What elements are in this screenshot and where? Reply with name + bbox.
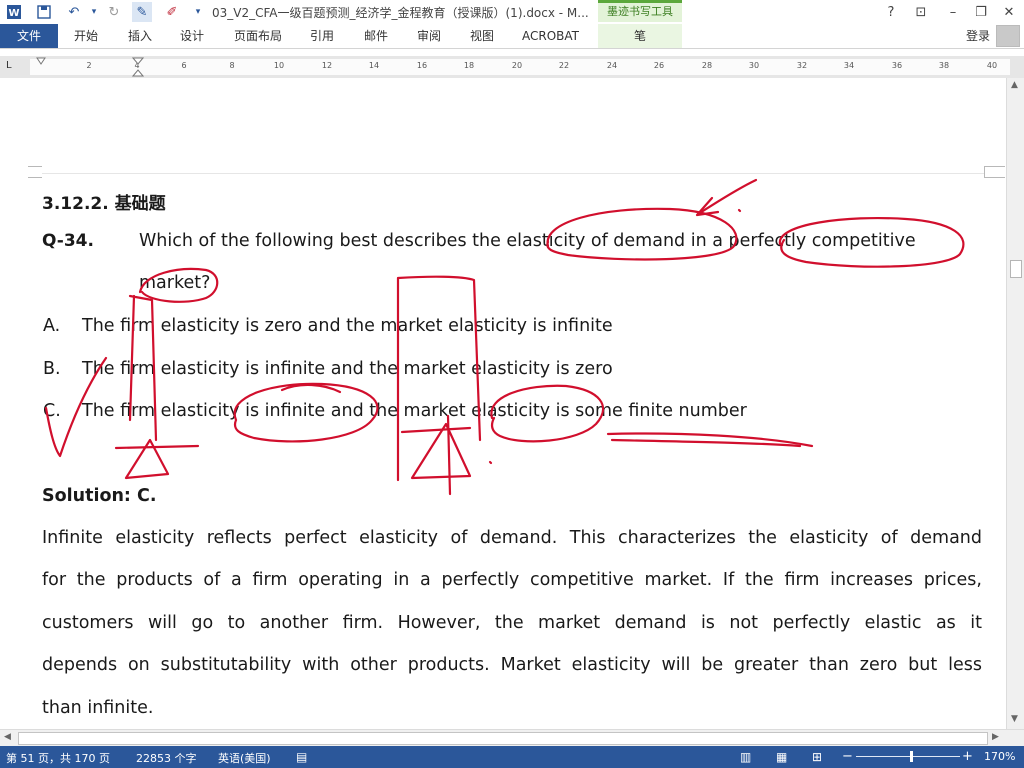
pen-mode-icon[interactable]: ✎ <box>132 2 152 22</box>
tab-review[interactable]: 审阅 <box>417 24 441 48</box>
save-icon[interactable] <box>34 2 54 22</box>
ruler-number: 38 <box>938 61 950 70</box>
ruler-number: 14 <box>368 61 380 70</box>
explanation-line: customers will go to another firm. Howev… <box>42 613 982 633</box>
undo-icon[interactable]: ↶ <box>64 2 84 22</box>
undo-dropdown-icon[interactable]: ▾ <box>84 2 104 22</box>
tab-mailings[interactable]: 邮件 <box>364 24 388 48</box>
option-c-text: The firm elasticity is infinite and the … <box>82 401 747 421</box>
ruler-number: 26 <box>653 61 665 70</box>
zoom-in-icon[interactable]: + <box>962 749 973 764</box>
language-indicator[interactable]: 英语(美国) <box>218 750 271 766</box>
question-text-line-2: market? <box>139 273 211 293</box>
ruler-number: 2 <box>86 61 92 70</box>
option-b-text: The firm elasticity is infinite and the … <box>82 359 613 379</box>
ruler-number: 20 <box>511 61 523 70</box>
zoom-slider-thumb[interactable] <box>910 751 913 762</box>
ruler-number: 6 <box>181 61 187 70</box>
tab-design[interactable]: 设计 <box>180 24 204 48</box>
tab-references[interactable]: 引用 <box>310 24 334 48</box>
explanation-line: for the products of a firm operating in … <box>42 570 982 590</box>
word-app-icon[interactable]: W <box>4 2 24 22</box>
ruler-number: 12 <box>321 61 333 70</box>
highlighter-icon[interactable]: ✐ <box>162 2 182 22</box>
zoom-slider[interactable] <box>856 756 960 757</box>
ruler-number: 16 <box>416 61 428 70</box>
tab-file[interactable]: 文件 <box>0 24 58 48</box>
ribbon-tabs: 文件 开始 插入 设计 页面布局 引用 邮件 审阅 视图 ACROBAT 笔 登… <box>0 24 1024 49</box>
avatar[interactable] <box>996 25 1020 47</box>
horizontal-scrollbar[interactable]: ◀ ▶ <box>0 729 1024 746</box>
window-title: 03_V2_CFA一级百题预测_经济学_金程教育（授课版）(1).docx - … <box>212 6 589 20</box>
header-boundary <box>42 173 984 174</box>
ruler-number: 10 <box>273 61 285 70</box>
tab-acrobat[interactable]: ACROBAT <box>522 24 579 48</box>
status-bar: 第 51 页，共 170 页 22853 个字 英语(美国) ▤ ▥ ▦ ⊞ −… <box>0 746 1024 768</box>
explanation-line: than infinite. <box>42 698 154 718</box>
scroll-down-icon[interactable]: ▼ <box>1011 714 1018 724</box>
macro-record-icon[interactable]: ▤ <box>296 750 307 764</box>
crop-mark <box>28 166 42 178</box>
word-count[interactable]: 22853 个字 <box>136 750 197 766</box>
solution-title: Solution: C. <box>42 486 157 506</box>
tab-view[interactable]: 视图 <box>470 24 494 48</box>
scroll-up-icon[interactable]: ▲ <box>1011 80 1018 90</box>
option-a-text: The firm elasticity is zero and the mark… <box>82 316 613 336</box>
zoom-out-icon[interactable]: − <box>842 749 853 764</box>
horizontal-scroll-thumb[interactable] <box>18 732 988 745</box>
sign-in-link[interactable]: 登录 <box>966 24 990 48</box>
customize-quick-access-icon[interactable]: ▾ <box>188 2 208 22</box>
option-a-letter: A. <box>43 316 61 336</box>
crop-mark <box>984 166 1005 178</box>
section-heading: 3.12.2. 基础题 <box>42 194 166 214</box>
ruler-number: 8 <box>229 61 235 70</box>
scroll-left-icon[interactable]: ◀ <box>4 732 11 742</box>
tab-selector[interactable]: L <box>6 60 12 71</box>
page-count[interactable]: 第 51 页，共 170 页 <box>6 750 110 766</box>
tab-page-layout[interactable]: 页面布局 <box>234 24 282 48</box>
svg-text:W: W <box>8 8 19 19</box>
horizontal-ruler[interactable]: L 2 4 6 8 10 12 14 16 18 20 22 24 26 28 … <box>0 56 1024 79</box>
scroll-right-icon[interactable]: ▶ <box>992 732 999 742</box>
web-layout-icon[interactable]: ⊞ <box>812 750 822 764</box>
vertical-scroll-thumb[interactable] <box>1010 260 1022 278</box>
first-line-indent-icon[interactable] <box>36 56 46 66</box>
explanation-line: depends on substitutability with other p… <box>42 655 982 675</box>
ruler-number: 28 <box>701 61 713 70</box>
indent-marker-icon[interactable] <box>132 56 144 78</box>
close-button[interactable]: ✕ <box>998 2 1020 22</box>
question-number: Q-34. <box>42 231 94 251</box>
restore-button[interactable]: ❐ <box>970 2 992 22</box>
title-bar: W ↶ ▾ ↻ ✎ ✐ ▾ 03_V2_CFA一级百题预测_经济学_金程教育（授… <box>0 0 1024 24</box>
tab-home[interactable]: 开始 <box>74 24 98 48</box>
option-b-letter: B. <box>43 359 61 379</box>
ruler-number: 36 <box>891 61 903 70</box>
print-layout-icon[interactable]: ▦ <box>776 750 787 764</box>
question-text-line-1: Which of the following best describes th… <box>139 231 916 251</box>
ink-tools-context-label: 墨迹书写工具 <box>598 0 682 22</box>
ruler-number: 32 <box>796 61 808 70</box>
redo-icon[interactable]: ↻ <box>104 2 124 22</box>
ruler-number: 22 <box>558 61 570 70</box>
tab-pen[interactable]: 笔 <box>598 24 682 48</box>
ruler-number: 40 <box>986 61 998 70</box>
minimize-button[interactable]: – <box>942 2 964 22</box>
vertical-scrollbar[interactable]: ▲ ▼ <box>1006 78 1024 729</box>
help-button[interactable]: ? <box>880 2 902 22</box>
zoom-level[interactable]: 170% <box>984 750 1015 763</box>
tab-insert[interactable]: 插入 <box>128 24 152 48</box>
ruler-number: 30 <box>748 61 760 70</box>
ribbon-display-options-button[interactable]: ⊡ <box>910 2 932 22</box>
option-c-letter: C. <box>43 401 61 421</box>
read-mode-icon[interactable]: ▥ <box>740 750 751 764</box>
explanation-line: Infinite elasticity reflects perfect ela… <box>42 528 982 548</box>
ruler-number: 34 <box>843 61 855 70</box>
ruler-number: 18 <box>463 61 475 70</box>
ruler-number: 24 <box>606 61 618 70</box>
